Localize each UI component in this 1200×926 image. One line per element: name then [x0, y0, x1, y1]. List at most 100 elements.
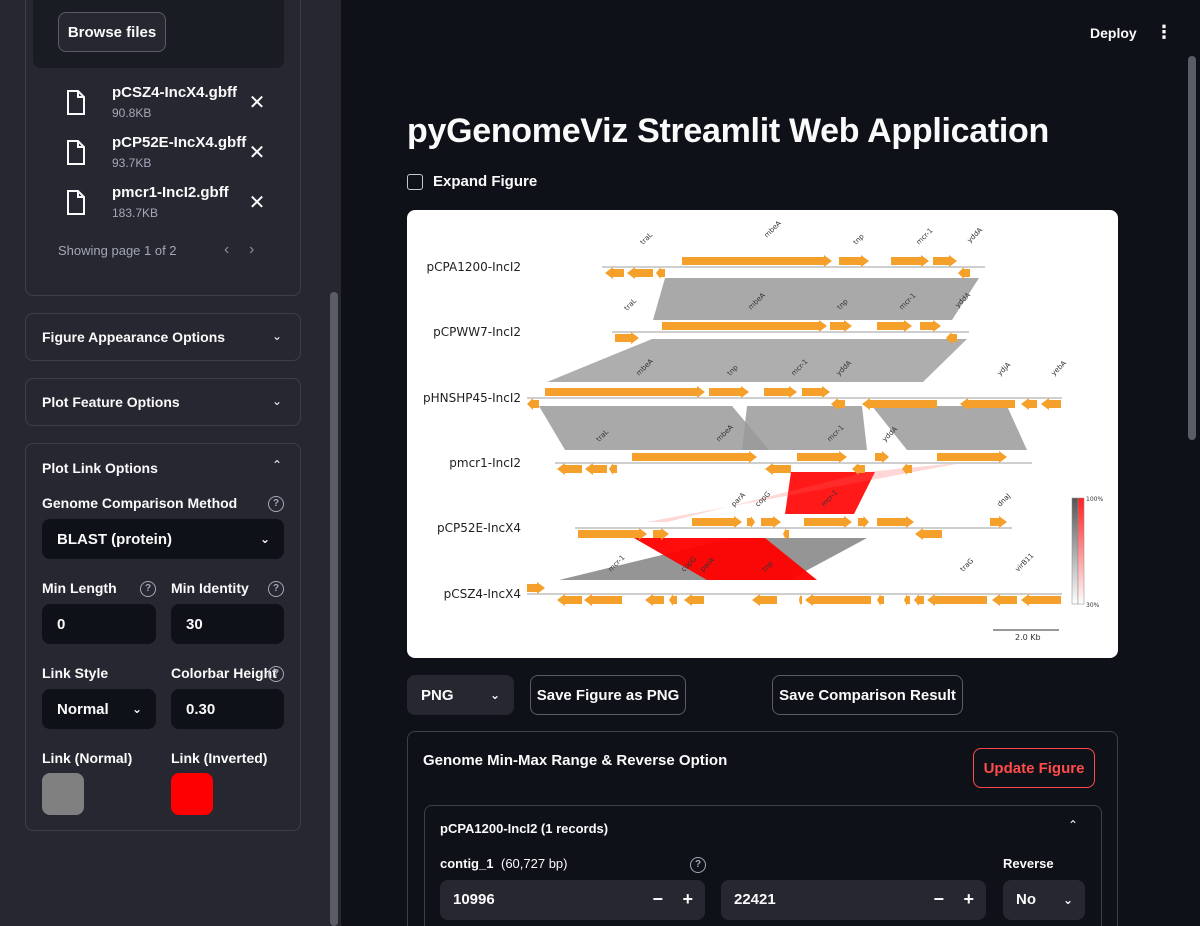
gene-arrow [802, 386, 830, 398]
increment-button[interactable]: + [963, 889, 974, 910]
range-panel-title: Genome Min-Max Range & Reverse Option [423, 752, 728, 769]
expander-figure-appearance[interactable]: Figure Appearance Options ⌄ [25, 313, 301, 361]
gene-arrow [904, 594, 910, 606]
page-title: pyGenomeViz Streamlit Web Application [407, 112, 1049, 150]
gene-arrow [527, 398, 539, 410]
file-name: pCP52E-IncX4.gbff [112, 134, 247, 151]
gene-arrow [662, 320, 827, 332]
gene-arrow [920, 320, 941, 332]
colorbar-normal [1071, 497, 1079, 605]
decrement-button[interactable]: − [652, 889, 663, 910]
chevron-left-icon[interactable]: ‹ [224, 241, 229, 259]
chevron-down-icon: ⌄ [259, 532, 270, 546]
gene-arrow [645, 594, 664, 606]
gene-arrow [797, 451, 847, 463]
min-identity-value: 30 [186, 615, 203, 633]
decrement-button[interactable]: − [933, 889, 944, 910]
method-label: Genome Comparison Method [42, 495, 238, 511]
expander-label[interactable]: Plot Link Options [42, 460, 158, 476]
help-icon[interactable]: ? [690, 857, 706, 873]
gene-arrow [765, 463, 791, 475]
min-length-input[interactable]: 0 [42, 604, 156, 644]
chevron-down-icon: ⌄ [271, 329, 282, 343]
deploy-button[interactable]: Deploy [1090, 25, 1137, 41]
file-name: pmcr1-IncI2.gbff [112, 184, 229, 201]
file-icon [67, 190, 85, 215]
track-label: pmcr1-IncI2 [449, 456, 521, 470]
gene-label: copG [754, 490, 772, 508]
remove-file-icon[interactable]: ✕ [246, 142, 268, 164]
file-size: 90.8KB [112, 106, 152, 120]
chevron-down-icon: ⌄ [489, 688, 500, 702]
remove-file-icon[interactable]: ✕ [246, 192, 268, 214]
save-figure-button[interactable]: Save Figure as PNG [530, 675, 686, 715]
main-scrollbar-thumb[interactable] [1188, 56, 1196, 440]
link-style-label: Link Style [42, 665, 109, 681]
link-band [539, 406, 769, 450]
uploaded-file-item: pmcr1-IncI2.gbff 183.7KB ✕ [60, 184, 280, 224]
colorbar-height-value: 0.30 [186, 700, 216, 718]
link-normal-color-picker[interactable] [42, 773, 84, 815]
gene-label: ydjA [996, 361, 1013, 378]
gene-arrow [632, 451, 757, 463]
record-title[interactable]: pCPA1200-IncI2 (1 records) [440, 821, 608, 836]
help-icon[interactable]: ? [268, 581, 284, 597]
browse-files-button[interactable]: Browse files [58, 12, 166, 52]
gene-arrow [752, 594, 777, 606]
gene-arrow [761, 516, 781, 528]
reverse-label: Reverse [1003, 856, 1054, 871]
reverse-value: No [1016, 891, 1036, 908]
gene-arrow [1041, 398, 1061, 410]
min-identity-input[interactable]: 30 [171, 604, 284, 644]
update-figure-button[interactable]: Update Figure [973, 748, 1095, 788]
chevron-down-icon: ⌄ [1062, 893, 1073, 907]
increment-button[interactable]: + [682, 889, 693, 910]
help-icon[interactable]: ? [268, 666, 284, 682]
link-style-select[interactable]: Normal ⌄ [42, 689, 156, 729]
reverse-select[interactable]: No ⌄ [1003, 880, 1085, 920]
gene-arrow [805, 594, 871, 606]
gene-arrow [927, 594, 987, 606]
track-label: pCP52E-IncX4 [437, 521, 521, 535]
help-icon[interactable]: ? [140, 581, 156, 597]
file-size: 93.7KB [112, 156, 152, 170]
save-comparison-button[interactable]: Save Comparison Result [772, 675, 963, 715]
gene-arrow [527, 582, 545, 594]
sidebar-scrollbar-thumb[interactable] [330, 292, 338, 926]
file-size: 183.7KB [112, 206, 159, 220]
gene-arrow [933, 255, 957, 267]
chevron-right-icon[interactable]: › [249, 241, 254, 259]
gene-label: dnaJ [996, 492, 1012, 508]
expander-plot-feature[interactable]: Plot Feature Options ⌄ [25, 378, 301, 426]
format-select[interactable]: PNG ⌄ [407, 675, 514, 715]
uploaded-file-item: pCSZ4-IncX4.gbff 90.8KB ✕ [60, 84, 280, 124]
sidebar: Browse files pCSZ4-IncX4.gbff 90.8KB ✕ p… [0, 0, 341, 926]
expander-label: Plot Feature Options [42, 394, 180, 410]
min-identity-label: Min Identity [171, 580, 249, 596]
gene-arrow [990, 516, 1007, 528]
gene-label: tnp [852, 232, 866, 246]
gene-arrow [799, 594, 802, 606]
remove-file-icon[interactable]: ✕ [246, 92, 268, 114]
gene-arrow [557, 463, 582, 475]
track-label: pHNSHP45-IncI2 [423, 391, 521, 405]
gene-label: parA [730, 491, 747, 508]
expand-figure-checkbox[interactable] [407, 174, 423, 190]
colorbar-height-input[interactable]: 0.30 [171, 689, 284, 729]
colorbar-max-label: 100% [1086, 496, 1103, 503]
range-max-input[interactable]: 22421 − + [721, 880, 986, 920]
colorbar-inverted [1077, 497, 1085, 605]
range-max-value: 22421 [734, 891, 776, 908]
range-min-input[interactable]: 10996 − + [440, 880, 705, 920]
link-normal-label: Link (Normal) [42, 750, 133, 766]
help-icon[interactable]: ? [268, 496, 284, 512]
more-menu-icon[interactable]: ⋮ [1155, 22, 1173, 43]
track-label: pCSZ4-IncX4 [444, 587, 521, 601]
chevron-up-icon[interactable]: ⌃ [272, 458, 282, 472]
chevron-up-icon[interactable]: ⌃ [1068, 818, 1078, 832]
method-select[interactable]: BLAST (protein) ⌄ [42, 519, 284, 559]
track-label: pCPWW7-IncI2 [433, 325, 521, 339]
gene-arrow [615, 332, 639, 344]
link-inverted-color-picker[interactable] [171, 773, 213, 815]
chevron-down-icon: ⌄ [271, 394, 282, 408]
